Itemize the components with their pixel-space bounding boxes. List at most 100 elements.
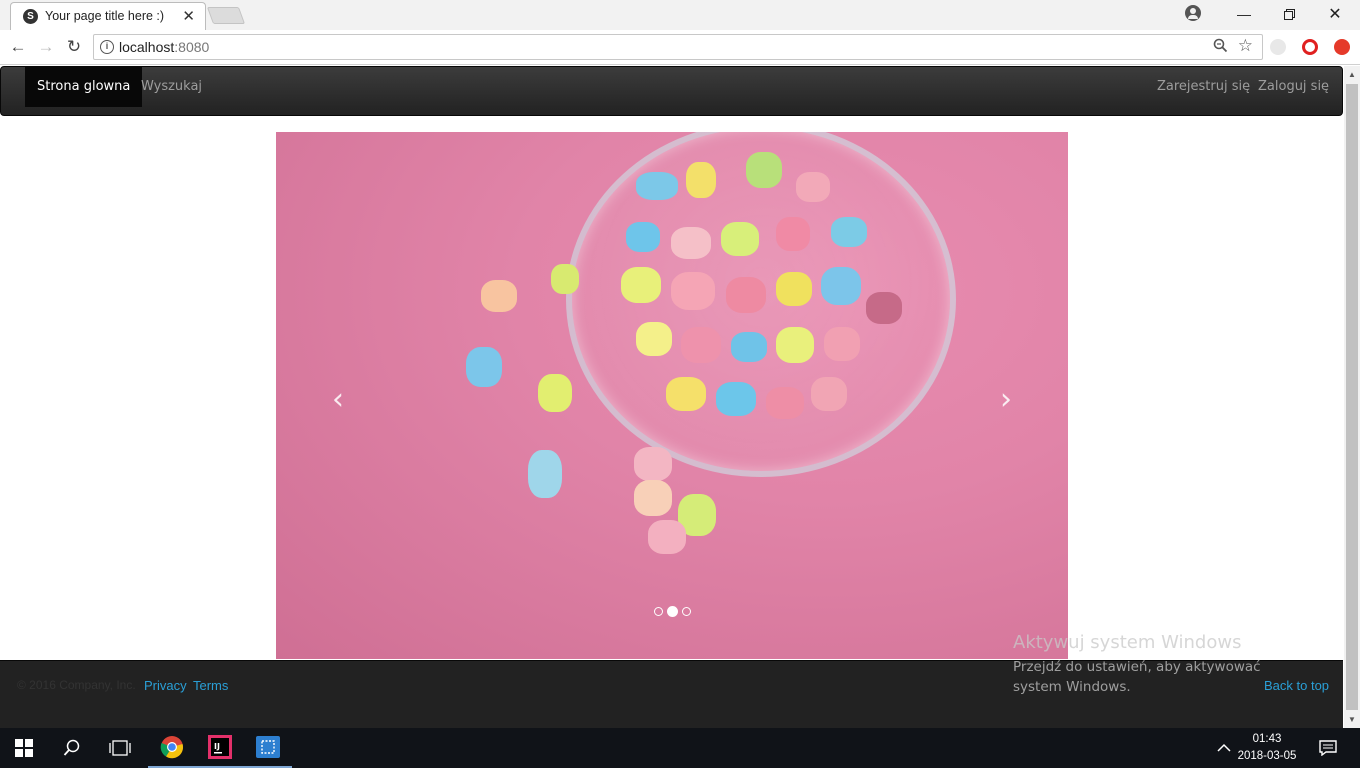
url-host: localhost: [119, 39, 175, 55]
scroll-down-arrow-icon[interactable]: ▼: [1344, 711, 1360, 728]
taskbar-snipping-tool[interactable]: [244, 728, 292, 768]
marshmallow: [466, 347, 502, 387]
url-text[interactable]: localhost:8080: [119, 39, 209, 55]
marshmallow: [621, 267, 661, 303]
marshmallow: [681, 327, 721, 363]
marshmallow: [796, 172, 830, 202]
marshmallow: [666, 377, 706, 411]
carousel-indicator[interactable]: [682, 607, 691, 616]
marshmallow: [746, 152, 782, 188]
marshmallow: [721, 222, 759, 256]
clock-date: 2018-03-05: [1237, 750, 1297, 762]
carousel-next-button[interactable]: ›: [986, 382, 1026, 417]
marshmallow: [824, 327, 860, 361]
marshmallow: [551, 264, 579, 294]
bookmark-star-icon[interactable]: ☆: [1238, 36, 1253, 56]
address-bar[interactable]: i localhost:8080 ☆: [93, 34, 1263, 60]
nav-item-register[interactable]: Zarejestruj się: [1145, 67, 1262, 107]
nav-item-search[interactable]: Wyszukaj: [129, 67, 214, 107]
zoom-icon[interactable]: [1213, 38, 1228, 57]
taskbar-intellij[interactable]: IJ: [196, 728, 244, 768]
marshmallow: [671, 272, 715, 310]
marshmallow: [766, 387, 804, 419]
browser-tab-strip: S Your page title here :) ✕ — ✕: [0, 0, 1360, 30]
activation-title: Aktywuj system Windows: [1013, 632, 1242, 653]
tab-close-icon[interactable]: ✕: [182, 7, 195, 25]
profile-icon[interactable]: [1185, 5, 1201, 21]
marshmallow: [821, 267, 861, 305]
close-window-button[interactable]: ✕: [1312, 0, 1358, 28]
clock-time: 01:43: [1252, 733, 1282, 745]
taskbar-chrome[interactable]: [148, 728, 196, 768]
footer-copyright: © 2016 Company, Inc.: [17, 678, 136, 692]
image-carousel: ‹ ›: [276, 132, 1068, 659]
carousel-indicator[interactable]: [654, 607, 663, 616]
footer-privacy-link[interactable]: Privacy: [144, 678, 187, 693]
intellij-icon: IJ: [208, 735, 232, 759]
magnifier-icon: [1213, 38, 1228, 53]
windows-taskbar: IJ 01:43 2018-03-05: [0, 728, 1360, 768]
marshmallow: [648, 520, 686, 554]
browser-toolbar: ← → ↻ i localhost:8080 ☆: [0, 30, 1360, 65]
carousel-indicator-active[interactable]: [667, 606, 678, 617]
marshmallow: [811, 377, 847, 411]
windows-activation-watermark: Aktywuj system Windows Przejdź do ustawi…: [1013, 632, 1313, 697]
marshmallow: [626, 222, 660, 252]
browser-tab[interactable]: S Your page title here :) ✕: [10, 2, 206, 30]
svg-text:IJ: IJ: [214, 742, 220, 751]
marshmallow: [481, 280, 517, 312]
marshmallow: [776, 217, 810, 251]
carousel-indicators: [654, 606, 691, 617]
notification-icon: [1319, 740, 1337, 756]
search-button[interactable]: [48, 728, 96, 768]
marshmallow: [636, 322, 672, 356]
task-view-icon: [109, 740, 131, 756]
activation-subtitle: Przejdź do ustawień, aby aktywować syste…: [1013, 659, 1261, 695]
minimize-button[interactable]: —: [1221, 0, 1267, 28]
search-icon: [63, 739, 80, 756]
marshmallow: [528, 450, 562, 498]
marshmallow: [776, 327, 814, 363]
info-icon[interactable]: i: [100, 40, 114, 54]
scroll-thumb[interactable]: [1346, 84, 1358, 710]
forward-arrow-icon[interactable]: →: [35, 36, 57, 58]
marshmallow: [831, 217, 867, 247]
extension-icon[interactable]: [1270, 39, 1286, 55]
page-scrollbar[interactable]: ▲ ▼: [1344, 66, 1360, 728]
task-view-button[interactable]: [96, 728, 144, 768]
chrome-icon: [160, 736, 184, 759]
restore-button[interactable]: [1266, 0, 1312, 28]
opera-extension-icon[interactable]: [1302, 39, 1318, 55]
chevron-up-icon: [1217, 743, 1231, 752]
marshmallow: [726, 277, 766, 313]
marshmallow: [636, 172, 678, 200]
marshmallow: [634, 480, 672, 516]
scroll-up-arrow-icon[interactable]: ▲: [1344, 66, 1360, 83]
restore-icon: [1283, 8, 1295, 20]
tab-title: Your page title here :): [45, 9, 165, 23]
windows-logo-icon: [15, 739, 33, 757]
marshmallow: [686, 162, 716, 198]
site-navbar: Strona glowna Wyszukaj Zarejestruj się Z…: [0, 66, 1343, 116]
marshmallow: [634, 447, 672, 481]
action-center-button[interactable]: [1308, 728, 1348, 768]
nav-item-login[interactable]: Zaloguj się: [1246, 67, 1341, 107]
start-button[interactable]: [0, 728, 48, 768]
marshmallow: [731, 332, 767, 362]
back-arrow-icon[interactable]: ←: [7, 36, 29, 58]
marshmallow: [671, 227, 711, 259]
marshmallow: [538, 374, 572, 412]
carousel-prev-button[interactable]: ‹: [318, 382, 358, 417]
url-port: :8080: [174, 39, 210, 55]
reload-icon[interactable]: ↻: [63, 36, 85, 58]
new-tab-button[interactable]: [206, 7, 246, 24]
marshmallow: [776, 272, 812, 306]
marshmallow: [866, 292, 902, 324]
footer-terms-link[interactable]: Terms: [193, 678, 228, 693]
nav-item-home[interactable]: Strona glowna: [25, 67, 143, 107]
marshmallow: [716, 382, 756, 416]
favicon-icon: S: [23, 9, 38, 24]
adblock-extension-icon[interactable]: [1334, 39, 1350, 55]
snipping-tool-icon: [256, 736, 280, 758]
taskbar-clock[interactable]: 01:43 2018-03-05: [1236, 731, 1298, 765]
